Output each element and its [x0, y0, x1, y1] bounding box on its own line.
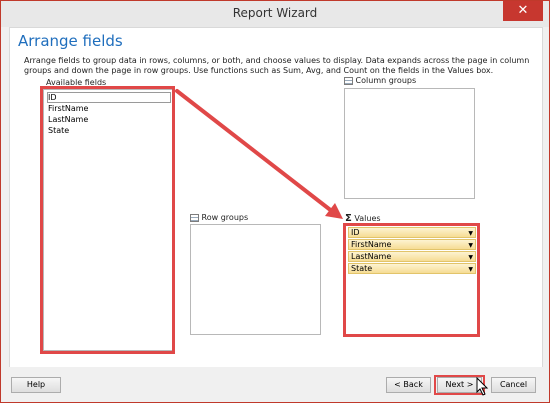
footer-bar: Help < Back Next > Cancel [1, 367, 549, 402]
wizard-content: Arrange fields Arrange fields to group d… [9, 27, 543, 369]
back-button[interactable]: < Back [386, 377, 431, 393]
mouse-cursor-icon [476, 377, 489, 396]
title-bar: Report Wizard ✕ [1, 1, 549, 27]
report-wizard-window: Report Wizard ✕ Arrange fields Arrange f… [0, 0, 550, 403]
help-button[interactable]: Help [11, 377, 61, 393]
drag-arrow [175, 89, 343, 219]
window-title: Report Wizard [232, 6, 318, 20]
cancel-button[interactable]: Cancel [491, 377, 536, 393]
close-button[interactable]: ✕ [503, 1, 543, 21]
